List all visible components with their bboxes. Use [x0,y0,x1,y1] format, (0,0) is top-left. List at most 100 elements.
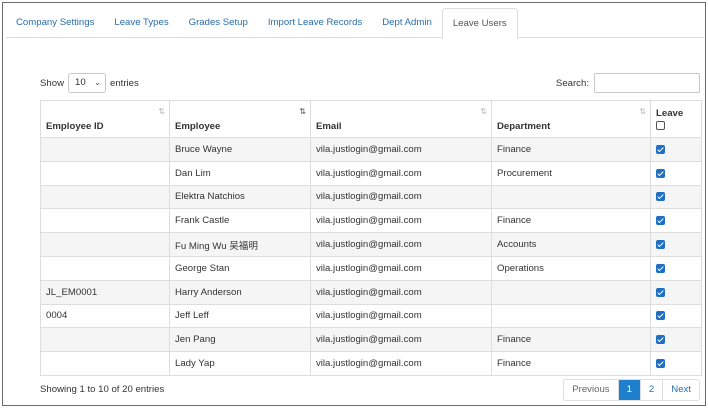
sort-ascending-icon: ⇅ [299,107,306,116]
page-length-control: Show 10 ⌄ entries [40,72,139,94]
leave-cell [650,232,702,257]
department-cell: Procurement [491,160,651,186]
entries-select[interactable]: 10 ⌄ [68,73,106,93]
employee-name-cell: Lady Yap [169,351,311,376]
leave-checkbox[interactable] [656,311,665,321]
table-controls: Show 10 ⌄ entries Search: [40,72,700,94]
page-button-1[interactable]: 1 [617,380,640,400]
leave-users-table: ⇅ Employee ID ⇅ Employee ⇅ Email ⇅ Depar… [40,100,702,376]
tab-import-leave-records[interactable]: Import Leave Records [258,8,372,38]
leave-cell [650,279,702,305]
email-cell: vila.justlogin@gmail.com [310,208,492,234]
email-cell: vila.justlogin@gmail.com [310,137,492,162]
tab-leave-types[interactable]: Leave Types [104,8,178,38]
table-header-row: ⇅ Employee ID ⇅ Employee ⇅ Email ⇅ Depar… [40,100,702,138]
table-row: Fu Ming Wu 吴福明 vila.justlogin@gmail.com Ac… [40,232,702,257]
search-input[interactable] [594,73,700,93]
column-header-label: Employee [175,121,221,132]
employee-name-cell: Elektra Natchios [169,184,311,210]
table-row: JL_EM0001 Harry Anderson vila.justlogin@gm… [40,279,702,305]
page-button-2[interactable]: 2 [639,380,663,400]
table-row: Bruce Wayne vila.justlogin@gmail.com Finan… [40,137,702,162]
chevron-down-icon: ⌄ [94,78,101,87]
column-header-leave: Leave [650,100,702,138]
sort-icon: ⇅ [480,107,487,116]
email-cell: vila.justlogin@gmail.com [310,303,492,329]
column-header-label: Email [316,121,342,132]
email-cell: vila.justlogin@gmail.com [310,327,492,353]
department-cell [491,279,651,305]
show-label: Show [40,77,64,89]
leave-cell [650,255,702,281]
leave-checkbox[interactable] [656,192,665,202]
email-cell: vila.justlogin@gmail.com [310,351,492,376]
column-header-employee-id[interactable]: ⇅ Employee ID [40,100,170,138]
column-header-label: Leave [656,108,684,119]
search-label: Search: [555,77,589,89]
leave-cell [650,160,702,186]
department-cell [491,303,651,329]
entries-select-value: 10 [75,77,86,88]
column-header-label: Employee ID [46,121,104,132]
department-cell: Operations [491,255,651,281]
employee-id-cell: JL_EM0001 [40,279,170,305]
tab-company-settings[interactable]: Company Settings [6,8,104,38]
leave-checkbox[interactable] [656,216,665,226]
leave-checkbox[interactable] [656,359,665,369]
column-header-employee[interactable]: ⇅ Employee [169,100,311,138]
department-cell: Finance [491,208,651,234]
entries-label: entries [110,77,139,89]
employee-name-cell: Jen Pang [169,327,311,353]
leave-cell [650,184,702,210]
employee-id-cell [40,255,170,281]
leave-cell [650,137,702,162]
table-row: Jen Pang vila.justlogin@gmail.com Finance [40,327,702,353]
previous-page-button[interactable]: Previous [564,380,618,400]
employee-id-cell [40,351,170,376]
leave-checkbox[interactable] [656,287,665,297]
department-cell: Finance [491,327,651,353]
next-page-button[interactable]: Next [662,380,699,400]
email-cell: vila.justlogin@gmail.com [310,255,492,281]
table-row: Frank Castle vila.justlogin@gmail.com Fina… [40,208,702,234]
employee-name-cell: Dan Lim [169,160,311,186]
email-cell: vila.justlogin@gmail.com [310,232,492,257]
settings-tabs: Company Settings Leave Types Grades Setu… [6,8,704,39]
email-cell: vila.justlogin@gmail.com [310,160,492,186]
employee-id-cell [40,208,170,234]
leave-cell [650,208,702,234]
leave-cell [650,303,702,329]
table-row: Lady Yap vila.justlogin@gmail.com Finance [40,351,702,376]
column-header-label: Department [497,121,551,132]
select-all-leave-checkbox[interactable] [656,120,665,130]
table-row: Elektra Natchios vila.justlogin@gmail.com [40,184,702,210]
leave-cell [650,351,702,376]
email-cell: vila.justlogin@gmail.com [310,184,492,210]
department-cell: Finance [491,137,651,162]
tab-dept-admin[interactable]: Dept Admin [372,8,442,38]
employee-id-cell: 0004 [40,303,170,329]
department-cell [491,184,651,210]
leave-checkbox[interactable] [656,168,665,178]
employee-id-cell [40,137,170,162]
leave-checkbox[interactable] [656,335,665,345]
email-cell: vila.justlogin@gmail.com [310,279,492,305]
column-header-department[interactable]: ⇅ Department [491,100,651,138]
leave-cell [650,327,702,353]
tab-leave-users[interactable]: Leave Users [441,8,518,39]
column-header-email[interactable]: ⇅ Email [310,100,492,138]
employee-id-cell [40,184,170,210]
employee-name-cell: Fu Ming Wu 吴福明 [169,232,311,257]
employee-name-cell: Jeff Leff [169,303,311,329]
tab-grades-setup[interactable]: Grades Setup [179,8,258,38]
employee-name-cell: George Stan [169,255,311,281]
employee-name-cell: Harry Anderson [169,279,311,305]
leave-checkbox[interactable] [656,240,665,250]
leave-checkbox[interactable] [656,144,665,154]
employee-id-cell [40,232,170,257]
department-cell: Accounts [491,232,651,257]
table-row: George Stan vila.justlogin@gmail.com Opera… [40,255,702,281]
table-row: Dan Lim vila.justlogin@gmail.com Procureme… [40,160,702,186]
leave-checkbox[interactable] [656,263,665,273]
employee-name-cell: Frank Castle [169,208,311,234]
